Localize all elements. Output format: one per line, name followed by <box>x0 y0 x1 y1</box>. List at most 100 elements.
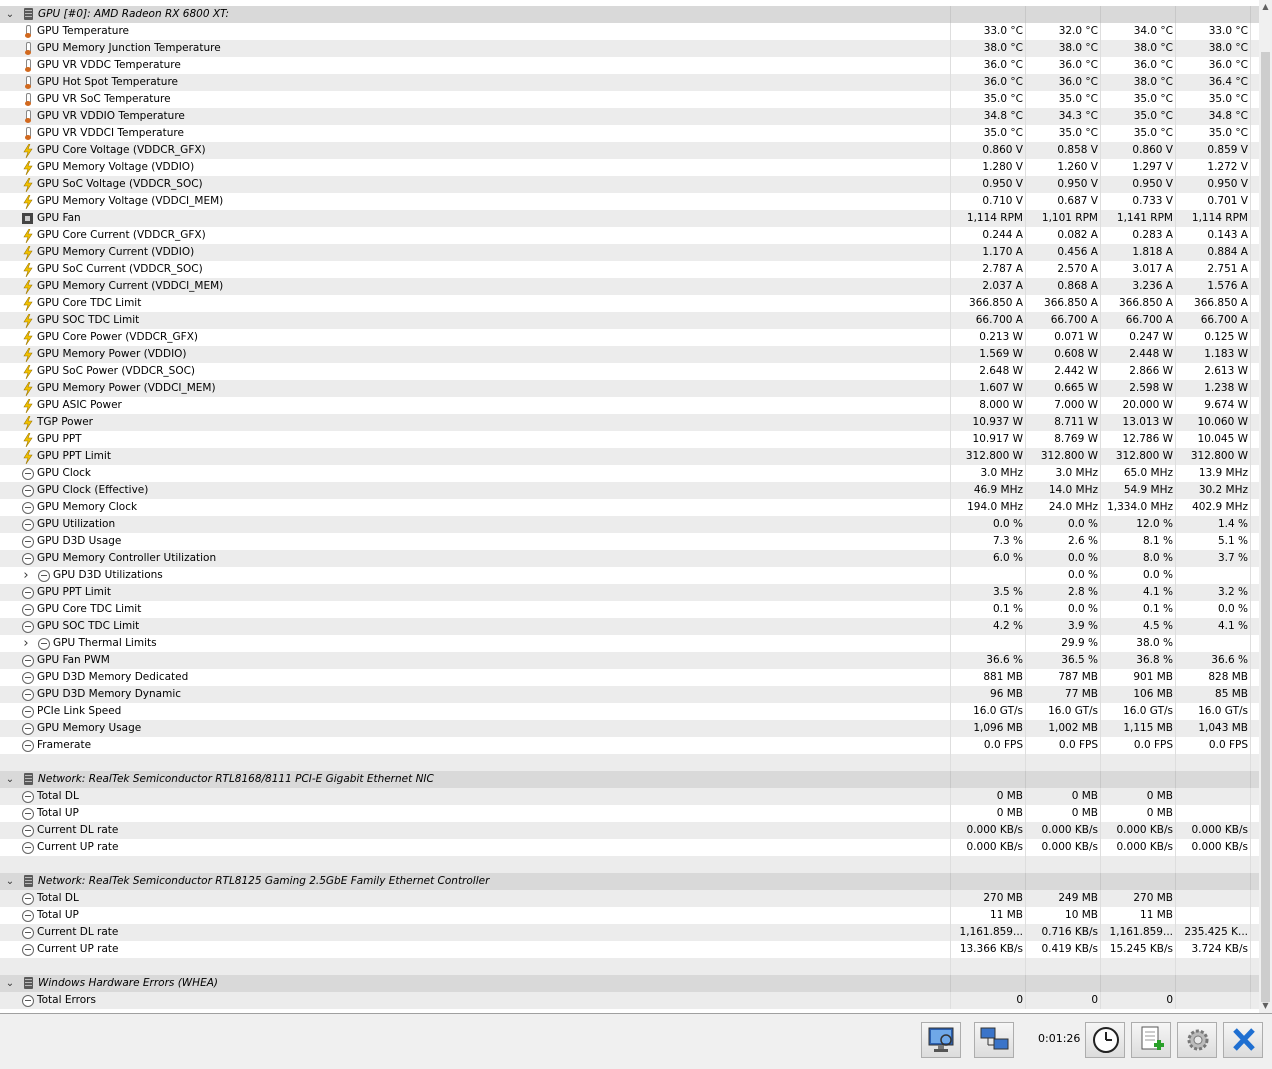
column-divider <box>1100 244 1101 261</box>
collapse-chevron-icon[interactable]: ⌄ <box>4 873 16 890</box>
column-divider <box>1025 261 1026 278</box>
value-minimum: 0.082 A <box>1057 229 1098 241</box>
scroll-down-arrow-icon[interactable]: ▼ <box>1259 999 1272 1013</box>
value-maximum: 8.1 % <box>1142 535 1173 547</box>
sensor-row[interactable]: GPU Hot Spot Temperature 36.0 °C 36.0 °C 38… <box>0 74 1259 91</box>
sensor-row[interactable]: GPU Memory Power (VDDIO) 1.569 W 0.608 W 2.… <box>0 346 1259 363</box>
sensor-row[interactable]: GPU Memory Current (VDDCI_MEM) 2.037 A 0.8… <box>0 278 1259 295</box>
sensor-row[interactable]: Framerate 0.0 FPS 0.0 FPS 0.0 FPS 0.0 FPS <box>0 737 1259 754</box>
column-divider <box>1250 414 1251 431</box>
value-average: 3.7 % <box>1217 552 1248 564</box>
sensor-row[interactable]: GPU Memory Power (VDDCI_MEM) 1.607 W 0.665… <box>0 380 1259 397</box>
sensor-row[interactable]: GPU Fan 1,114 RPM 1,101 RPM 1,141 RPM 1,114 … <box>0 210 1259 227</box>
sensor-row[interactable]: GPU ASIC Power 8.000 W 7.000 W 20.000 W 9.67… <box>0 397 1259 414</box>
sensor-row[interactable]: GPU Core Current (VDDCR_GFX) 0.244 A 0.082… <box>0 227 1259 244</box>
column-divider <box>1025 618 1026 635</box>
sensor-row[interactable]: GPU Fan PWM 36.6 % 36.5 % 36.8 % 36.6 % <box>0 652 1259 669</box>
sensor-row[interactable]: GPU Core Power (VDDCR_GFX) 0.213 W 0.071 W… <box>0 329 1259 346</box>
column-divider <box>1025 635 1026 652</box>
collapse-chevron-icon[interactable]: ⌄ <box>4 771 16 788</box>
sensor-row[interactable]: Total DL 0 MB 0 MB 0 MB <box>0 788 1259 805</box>
sensor-row[interactable]: GPU VR VDDIO Temperature 34.8 °C 34.3 °C 35… <box>0 108 1259 125</box>
expand-chevron-icon[interactable]: › <box>20 567 32 584</box>
sensor-row[interactable]: GPU D3D Memory Dynamic 96 MB 77 MB 106 MB 85… <box>0 686 1259 703</box>
sensor-group-row[interactable]: › GPU D3D Utilizations 0.0 % 0.0 % <box>0 567 1259 584</box>
remote-connect-button[interactable] <box>974 1022 1014 1058</box>
thermometer-icon <box>22 42 34 55</box>
scrollbar-thumb[interactable] <box>1261 52 1270 1002</box>
sensor-row[interactable]: GPU Utilization 0.0 % 0.0 % 12.0 % 1.4 % <box>0 516 1259 533</box>
sensor-row[interactable]: GPU VR VDDC Temperature 36.0 °C 36.0 °C 36.… <box>0 57 1259 74</box>
sensor-row[interactable]: Current UP rate 0.000 KB/s 0.000 KB/s 0.000… <box>0 839 1259 856</box>
sensor-row[interactable]: GPU SOC TDC Limit 66.700 A 66.700 A 66.700 … <box>0 312 1259 329</box>
sensor-row[interactable]: Current DL rate 0.000 KB/s 0.000 KB/s 0.000… <box>0 822 1259 839</box>
value-minimum: 38.0 °C <box>1058 42 1098 54</box>
sensor-row[interactable]: GPU D3D Memory Dedicated 881 MB 787 MB 901 … <box>0 669 1259 686</box>
collapse-chevron-icon[interactable]: ⌄ <box>4 6 16 23</box>
sensor-row[interactable]: Current UP rate 13.366 KB/s 0.419 KB/s 15.2… <box>0 941 1259 958</box>
sensor-row[interactable]: GPU PPT Limit 3.5 % 2.8 % 4.1 % 3.2 % <box>0 584 1259 601</box>
value-current: 1.170 A <box>982 246 1023 258</box>
sensor-row[interactable]: Total DL 270 MB 249 MB 270 MB <box>0 890 1259 907</box>
value-minimum: 0.0 % <box>1067 552 1098 564</box>
sensor-row[interactable]: GPU SoC Current (VDDCR_SOC) 2.787 A 2.570 … <box>0 261 1259 278</box>
sensor-row[interactable]: GPU SoC Voltage (VDDCR_SOC) 0.950 V 0.950 … <box>0 176 1259 193</box>
sensor-row[interactable]: GPU Memory Controller Utilization 6.0 % 0.… <box>0 550 1259 567</box>
value-current: 66.700 A <box>975 314 1023 326</box>
sensor-row[interactable]: GPU Core Voltage (VDDCR_GFX) 0.860 V 0.858… <box>0 142 1259 159</box>
column-divider <box>1100 312 1101 329</box>
sensor-row[interactable]: GPU VR VDDCI Temperature 35.0 °C 35.0 °C 35… <box>0 125 1259 142</box>
logging-button[interactable] <box>1131 1022 1171 1058</box>
sensor-row[interactable]: GPU VR SoC Temperature 35.0 °C 35.0 °C 35.0… <box>0 91 1259 108</box>
sensor-row[interactable]: GPU PPT 10.917 W 8.769 W 12.786 W 10.045 W <box>0 431 1259 448</box>
section-header[interactable]: ⌄ Network: RealTek Semiconductor RTL8125 … <box>0 873 1259 890</box>
sensor-row[interactable]: GPU Memory Usage 1,096 MB 1,002 MB 1,115 MB… <box>0 720 1259 737</box>
sensor-row[interactable]: TGP Power 10.937 W 8.711 W 13.013 W 10.060 W <box>0 414 1259 431</box>
sensor-row[interactable]: GPU D3D Usage 7.3 % 2.6 % 8.1 % 5.1 % <box>0 533 1259 550</box>
sensor-row[interactable]: GPU Memory Current (VDDIO) 1.170 A 0.456 A… <box>0 244 1259 261</box>
value-average: 828 MB <box>1208 671 1248 683</box>
sensor-row[interactable]: Total UP 0 MB 0 MB 0 MB <box>0 805 1259 822</box>
section-header[interactable]: ⌄ GPU [#0]: AMD Radeon RX 6800 XT: <box>0 6 1259 23</box>
sensor-row[interactable]: GPU Core TDC Limit 366.850 A 366.850 A 366.… <box>0 295 1259 312</box>
reset-timer-button[interactable] <box>1085 1022 1125 1058</box>
sensor-row[interactable]: GPU Core TDC Limit 0.1 % 0.0 % 0.1 % 0.0 % <box>0 601 1259 618</box>
vertical-scrollbar[interactable]: ▲ ▼ <box>1259 0 1272 1013</box>
sensor-row[interactable]: Total UP 11 MB 10 MB 11 MB <box>0 907 1259 924</box>
scroll-up-arrow-icon[interactable]: ▲ <box>1259 0 1272 14</box>
value-average: 4.1 % <box>1217 620 1248 632</box>
sensor-label: Total UP <box>37 909 79 921</box>
column-divider <box>1025 975 1026 992</box>
expand-chevron-icon[interactable]: › <box>20 635 32 652</box>
network-monitor-button[interactable] <box>921 1022 961 1058</box>
sensor-row[interactable]: GPU Clock 3.0 MHz 3.0 MHz 65.0 MHz 13.9 MHz <box>0 465 1259 482</box>
sensor-row[interactable]: GPU Temperature 33.0 °C 32.0 °C 34.0 °C 33.0… <box>0 23 1259 40</box>
sensor-group-row[interactable]: › GPU Thermal Limits 29.9 % 38.0 % <box>0 635 1259 652</box>
sensor-row[interactable]: GPU PPT Limit 312.800 W 312.800 W 312.800 W… <box>0 448 1259 465</box>
sensor-row[interactable]: GPU Memory Clock 194.0 MHz 24.0 MHz 1,334.0… <box>0 499 1259 516</box>
sensor-row[interactable]: Total Errors 0 0 0 <box>0 992 1259 1009</box>
value-maximum: 11 MB <box>1140 909 1173 921</box>
sensor-row[interactable]: GPU Memory Junction Temperature 38.0 °C 38… <box>0 40 1259 57</box>
column-divider <box>1175 533 1176 550</box>
sensor-row[interactable]: Current DL rate 1,161.859... 0.716 KB/s 1,1… <box>0 924 1259 941</box>
column-divider <box>1250 669 1251 686</box>
column-divider <box>950 669 951 686</box>
value-maximum: 0.733 V <box>1132 195 1173 207</box>
sensor-row[interactable]: GPU SoC Power (VDDCR_SOC) 2.648 W 2.442 W 2… <box>0 363 1259 380</box>
sensor-row[interactable]: PCIe Link Speed 16.0 GT/s 16.0 GT/s 16.0 GT… <box>0 703 1259 720</box>
section-header[interactable]: ⌄ Network: RealTek Semiconductor RTL8168/… <box>0 771 1259 788</box>
value-minimum: 8.711 W <box>1054 416 1098 428</box>
sensor-row[interactable]: GPU SOC TDC Limit 4.2 % 3.9 % 4.5 % 4.1 % <box>0 618 1259 635</box>
column-divider <box>950 193 951 210</box>
close-button[interactable] <box>1223 1022 1263 1058</box>
sensor-row[interactable]: GPU Clock (Effective) 46.9 MHz 14.0 MHz 54.… <box>0 482 1259 499</box>
column-divider <box>1025 363 1026 380</box>
collapse-chevron-icon[interactable]: ⌄ <box>4 975 16 992</box>
value-average: 0.950 V <box>1207 178 1248 190</box>
sensor-row[interactable]: GPU Memory Voltage (VDDCI_MEM) 0.710 V 0.6… <box>0 193 1259 210</box>
section-header[interactable]: ⌄ Windows Hardware Errors (WHEA) <box>0 975 1259 992</box>
thermometer-icon <box>22 25 34 38</box>
settings-button[interactable] <box>1177 1022 1217 1058</box>
sensor-row[interactable]: GPU Memory Voltage (VDDIO) 1.280 V 1.260 V… <box>0 159 1259 176</box>
